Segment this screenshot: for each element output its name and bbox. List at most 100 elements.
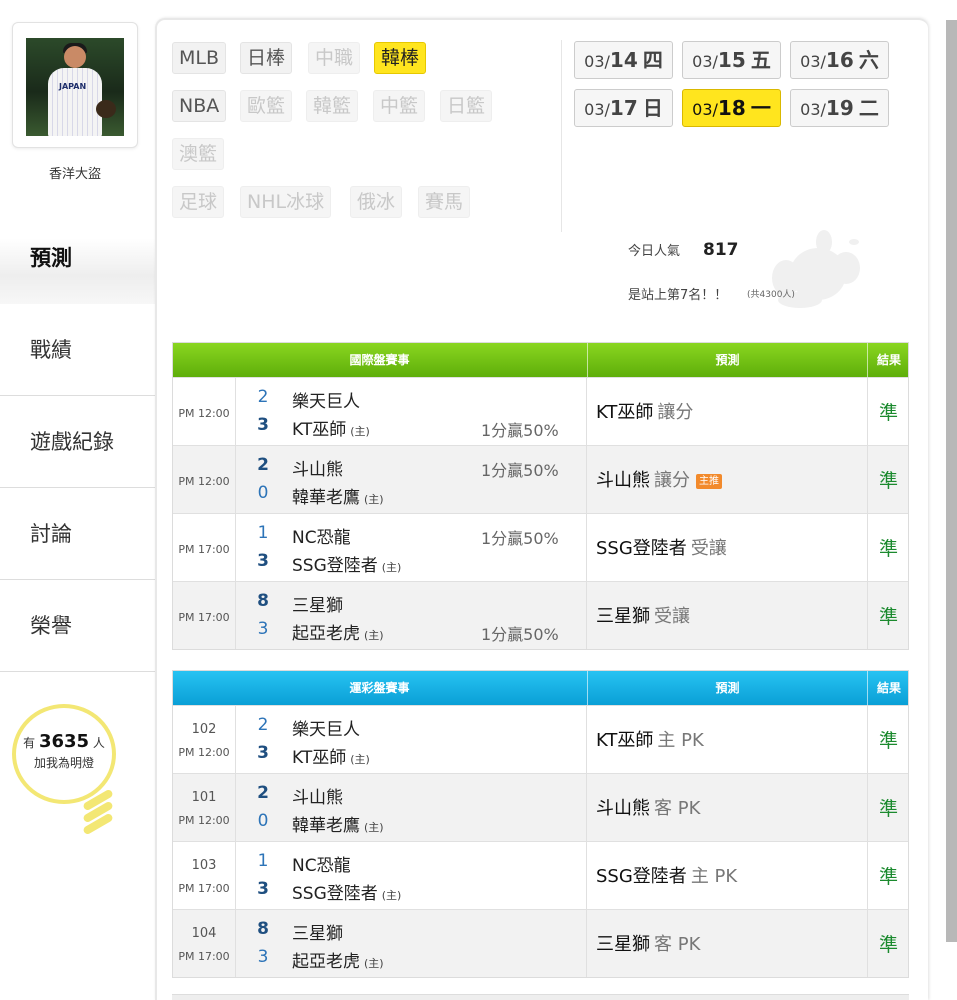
sportslottery-table: 運彩盤賽事 預測 結果 102 PM 12:00 2 樂天巨人 3 KT巫師 (主… (172, 670, 909, 978)
home-team: 起亞老虎 (主) (292, 947, 384, 972)
table-row[interactable]: PM 17:00 8 三星獅 3 起亞老虎 (主) 1分贏50% 三星獅 受讓 準 (173, 581, 908, 649)
home-mark: (主) (364, 957, 384, 970)
table-row[interactable]: 102 PM 12:00 2 樂天巨人 3 KT巫師 (主) KT巫師主 PK 準 (173, 705, 908, 773)
home-team: KT巫師 (主) (292, 415, 370, 440)
date-0315[interactable]: 03/15 五 (682, 41, 781, 79)
sport-khl: 俄冰 (350, 186, 403, 218)
game-number: 103 (191, 858, 217, 873)
date-0316[interactable]: 03/16 六 (790, 41, 889, 79)
table-header: 國際盤賽事 預測 結果 (173, 343, 908, 377)
prediction-pick: KT巫師 讓分 (596, 398, 693, 424)
team-name: 樂天巨人 (292, 720, 360, 740)
sport-japan-basketball: 日籃 (440, 90, 493, 122)
team-name: 斗山熊 (292, 788, 343, 808)
table-row[interactable]: PM 12:00 2 樂天巨人 3 KT巫師 (主) 1分贏50% KT巫師 讓分 … (173, 377, 908, 445)
sport-korea-basketball: 韓籃 (306, 90, 359, 122)
pick-team: 三星獅 (596, 934, 650, 955)
home-mark: (主) (381, 889, 402, 902)
date-day: 17 (609, 96, 638, 120)
popularity-total: (共4300人) (747, 290, 795, 300)
date-weekday: 一 (750, 96, 771, 120)
away-score: 2 (257, 783, 269, 803)
home-team: 韓華老鷹 (主) (292, 811, 384, 836)
date-0314[interactable]: 03/14 四 (574, 41, 673, 79)
nav-item-honors[interactable]: 榮譽 (0, 580, 155, 672)
header-prediction: 預測 (587, 671, 867, 705)
nav-item-label: 預測 (30, 246, 72, 270)
game-time: PM 17:00 (178, 611, 230, 624)
date-day: 18 (717, 96, 746, 120)
pick-team: KT巫師 (596, 730, 654, 751)
header-prediction: 預測 (587, 343, 867, 377)
date-0318[interactable]: 03/18 一 (682, 89, 781, 127)
header-matches: 國際盤賽事 (349, 353, 410, 367)
table-row[interactable]: PM 12:00 2 斗山熊 1分贏50% 0 韓華老鷹 (主) 斗山熊 讓分 主推 … (173, 445, 908, 513)
away-score: 8 (257, 919, 269, 939)
team-name: 樂天巨人 (292, 392, 360, 412)
team-name: 起亞老虎 (292, 952, 360, 972)
fans-suffix: 人 (92, 736, 105, 750)
game-number: 101 (191, 790, 217, 805)
team-name: NC恐龍 (292, 856, 351, 876)
sidebar: JAPAN 香洋大盜 預測 戰績 遊戲紀錄 討論 榮譽 有 3635 人 加我為… (0, 0, 155, 1000)
result-badge: 準 (878, 934, 898, 956)
home-team: SSG登陸者 (主) (292, 879, 401, 904)
home-mark: (主) (364, 821, 384, 834)
date-0319[interactable]: 03/19 二 (790, 89, 889, 127)
sport-kbo[interactable]: 韓棒 (374, 42, 427, 74)
game-time: PM 17:00 (178, 950, 230, 963)
away-team: 三星獅 (292, 919, 343, 944)
result-badge: 準 (878, 538, 898, 560)
popularity-rank: 是站上第7名！！ (628, 288, 728, 303)
pick-note: 讓分 (657, 402, 694, 423)
sport-china-basketball: 中籃 (373, 90, 426, 122)
intl-table: 國際盤賽事 預測 結果 PM 12:00 2 樂天巨人 3 KT巫師 (主) 1分… (172, 342, 909, 650)
home-mark: (主) (364, 493, 384, 506)
away-score: 2 (257, 387, 269, 407)
team-name: NC恐龍 (292, 528, 351, 548)
table-row[interactable]: 103 PM 17:00 1 NC恐龍 3 SSG登陸者 (主) SSG登陸者主 … (173, 841, 908, 909)
sport-cpbl: 中職 (308, 42, 361, 74)
nav-item-label: 戰績 (30, 338, 72, 362)
pick-note: 受讓 (690, 538, 727, 559)
bulb-icon (78, 788, 114, 836)
handicap-line: 1分贏50% (481, 529, 559, 548)
team-name: KT巫師 (292, 748, 347, 768)
username[interactable]: 香洋大盜 (0, 163, 150, 182)
handicap-line: 1分贏50% (481, 421, 559, 440)
date-0317[interactable]: 03/17 日 (574, 89, 673, 127)
sport-npb[interactable]: 日棒 (240, 42, 293, 74)
scrollbar[interactable] (946, 20, 957, 942)
avatar[interactable]: JAPAN (26, 38, 124, 136)
table-row[interactable]: 101 PM 12:00 2 斗山熊 0 韓華老鷹 (主) 斗山熊客 PK 準 (173, 773, 908, 841)
away-team: 三星獅 (292, 591, 343, 616)
pick-note: 主 PK (657, 730, 704, 751)
date-month: 03/ (692, 52, 718, 71)
date-month: 03/ (584, 52, 610, 71)
prediction-pick: SSG登陸者 受讓 (596, 534, 727, 560)
fans-prefix: 有 (23, 736, 36, 750)
table-row[interactable]: 104 PM 17:00 8 三星獅 3 起亞老虎 (主) 三星獅客 PK 準 (173, 909, 908, 977)
sport-nba[interactable]: NBA (172, 90, 227, 122)
home-mark: (主) (350, 753, 370, 766)
nav-item-record[interactable]: 戰績 (0, 304, 155, 396)
pick-note: 讓分 (654, 470, 690, 491)
away-score: 1 (257, 523, 269, 543)
away-team: 樂天巨人 (292, 387, 360, 412)
follow-bulb-button[interactable]: 有 3635 人 加我為明燈 (12, 704, 116, 804)
away-team: NC恐龍 (292, 523, 351, 548)
date-day: 16 (825, 48, 854, 72)
avatar-card[interactable]: JAPAN (12, 22, 138, 148)
sport-mlb[interactable]: MLB (172, 42, 227, 74)
result-badge: 準 (878, 402, 898, 424)
date-month: 03/ (692, 100, 718, 119)
nav-item-game-log[interactable]: 遊戲紀錄 (0, 396, 155, 488)
nav-item-prediction[interactable]: 預測 (0, 210, 155, 304)
table-row[interactable]: PM 17:00 1 NC恐龍 1分贏50% 3 SSG登陸者 (主) SSG登陸… (173, 513, 908, 581)
game-time: PM 17:00 (178, 543, 230, 556)
sport-soccer: 足球 (172, 186, 225, 218)
follow-cta: 加我為明燈 (33, 756, 94, 770)
nav-item-discussion[interactable]: 討論 (0, 488, 155, 580)
game-number: 102 (191, 722, 217, 737)
home-score: 3 (257, 551, 269, 571)
